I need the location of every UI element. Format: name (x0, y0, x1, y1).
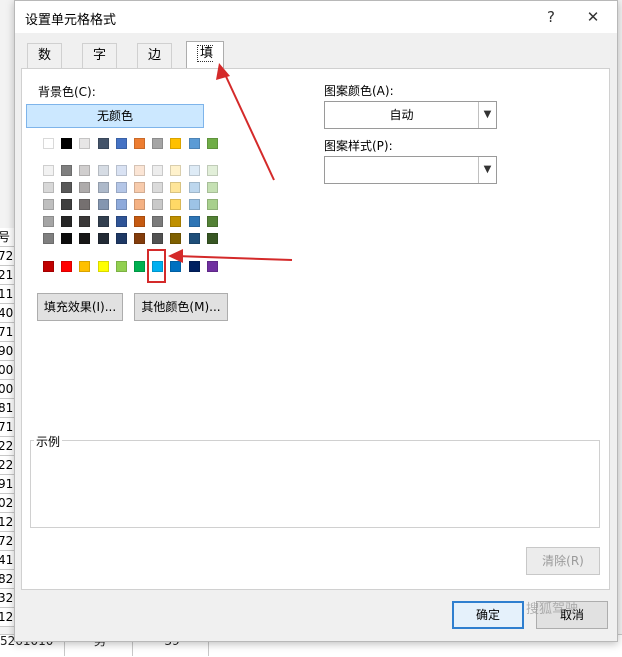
tab-fill[interactable]: 填充 (186, 41, 225, 86)
theme-shade-swatch[interactable] (152, 233, 164, 244)
theme-shade-swatch[interactable] (134, 216, 145, 227)
theme-shade-swatch[interactable] (43, 216, 54, 227)
sample-label: 示例 (34, 433, 63, 450)
theme-shade-swatch[interactable] (61, 199, 73, 210)
theme-shade-swatch[interactable] (188, 182, 200, 193)
pattern-color-select[interactable]: 自动 ▼ (324, 101, 497, 129)
theme-shade-swatch[interactable] (152, 199, 164, 210)
theme-color-swatch[interactable] (43, 138, 54, 149)
chevron-down-icon[interactable]: ▼ (478, 157, 496, 183)
tab-number[interactable]: 数字 (27, 43, 63, 87)
theme-shade-swatch[interactable] (43, 199, 54, 210)
theme-shade-swatch[interactable] (152, 216, 164, 227)
theme-shade-swatch[interactable] (43, 182, 54, 193)
pattern-style-select[interactable]: ▼ (324, 156, 497, 184)
standard-color-swatch[interactable] (79, 261, 91, 272)
theme-shade-swatch[interactable] (206, 182, 218, 193)
theme-shade-swatch[interactable] (206, 216, 218, 227)
theme-shade-swatch[interactable] (97, 182, 109, 193)
no-color-button[interactable]: 无颜色 (26, 104, 204, 128)
theme-color-swatch[interactable] (61, 138, 73, 149)
theme-shade-swatch[interactable] (115, 216, 127, 227)
theme-shade-swatch[interactable] (79, 182, 91, 193)
theme-shade-swatch[interactable] (61, 165, 73, 176)
tab-font[interactable]: 字体 (82, 43, 118, 87)
theme-shade-swatch[interactable] (170, 233, 182, 244)
tab-border[interactable]: 边框 (137, 43, 173, 87)
theme-color-swatch[interactable] (134, 138, 145, 149)
theme-shade-swatch[interactable] (79, 199, 91, 210)
theme-shade-swatch[interactable] (79, 233, 91, 244)
standard-color-swatch[interactable] (206, 261, 218, 272)
theme-shade-swatch[interactable] (43, 233, 54, 244)
theme-shade-swatch[interactable] (115, 165, 127, 176)
theme-shade-swatch[interactable] (43, 165, 54, 176)
theme-color-swatch[interactable] (97, 138, 109, 149)
theme-shade-swatch[interactable] (170, 182, 182, 193)
theme-shade-swatch[interactable] (170, 216, 182, 227)
theme-shade-swatch[interactable] (115, 199, 127, 210)
theme-shade-swatch[interactable] (152, 182, 164, 193)
theme-shade-swatch[interactable] (170, 199, 182, 210)
theme-color-swatch[interactable] (79, 138, 91, 149)
theme-shade-swatch[interactable] (206, 233, 218, 244)
theme-color-swatch[interactable] (206, 138, 218, 149)
watermark: 搜狐驾驶 (526, 602, 579, 617)
theme-color-swatch[interactable] (188, 138, 200, 149)
ok-button[interactable]: 确定 (452, 601, 524, 629)
theme-shade-swatch[interactable] (188, 233, 200, 244)
theme-shade-swatch[interactable] (188, 165, 200, 176)
sample-preview (30, 440, 600, 528)
pattern-color-label: 图案颜色(A): (324, 84, 394, 98)
theme-shade-swatch[interactable] (61, 182, 73, 193)
standard-color-swatch[interactable] (61, 261, 73, 272)
theme-shade-swatch[interactable] (61, 216, 73, 227)
theme-shade-swatch[interactable] (206, 199, 218, 210)
theme-shade-swatch[interactable] (170, 165, 182, 176)
theme-shade-swatch[interactable] (134, 199, 145, 210)
pattern-color-value: 自动 (389, 108, 414, 122)
theme-color-swatch[interactable] (115, 138, 127, 149)
standard-color-swatch[interactable] (97, 261, 109, 272)
theme-shade-swatch[interactable] (134, 165, 145, 176)
theme-shade-swatch[interactable] (115, 233, 127, 244)
theme-shade-swatch[interactable] (79, 165, 91, 176)
theme-shade-swatch[interactable] (134, 233, 145, 244)
theme-shade-swatch[interactable] (188, 199, 200, 210)
pattern-style-label: 图案样式(P): (324, 139, 393, 153)
theme-shade-swatch[interactable] (115, 182, 127, 193)
clear-button[interactable]: 清除(R) (526, 547, 600, 575)
chevron-down-icon[interactable]: ▼ (478, 102, 496, 128)
help-button[interactable]: ? (536, 5, 566, 29)
dialog-titlebar: 设置单元格格式 ? ✕ (15, 1, 617, 33)
background-color-label: 背景色(C): (38, 85, 96, 99)
dialog-title: 设置单元格格式 (25, 13, 117, 28)
theme-color-swatch[interactable] (152, 138, 164, 149)
standard-color-swatch[interactable] (188, 261, 200, 272)
standard-color-swatch[interactable] (115, 261, 127, 272)
more-colors-button[interactable]: 其他颜色(M)... (134, 293, 228, 321)
standard-color-swatch[interactable] (134, 261, 145, 272)
close-button[interactable]: ✕ (578, 5, 608, 29)
format-cells-dialog: 设置单元格格式 ? ✕ 数字 字体 边框 填充 背景色(C): (14, 0, 618, 642)
standard-color-swatch[interactable] (43, 261, 54, 272)
theme-shade-swatch[interactable] (61, 233, 73, 244)
theme-shade-swatch[interactable] (188, 216, 200, 227)
fill-effects-button[interactable]: 填充效果(I)... (37, 293, 123, 321)
theme-shade-swatch[interactable] (97, 165, 109, 176)
theme-shade-swatch[interactable] (152, 165, 164, 176)
theme-shade-swatch[interactable] (79, 216, 91, 227)
theme-shade-swatch[interactable] (134, 182, 145, 193)
theme-shade-swatch[interactable] (206, 165, 218, 176)
standard-color-swatch[interactable] (170, 261, 182, 272)
theme-shade-swatch[interactable] (97, 216, 109, 227)
theme-shade-swatch[interactable] (97, 233, 109, 244)
theme-color-swatch[interactable] (170, 138, 182, 149)
selected-color-highlight (147, 249, 166, 283)
theme-shade-swatch[interactable] (97, 199, 109, 210)
